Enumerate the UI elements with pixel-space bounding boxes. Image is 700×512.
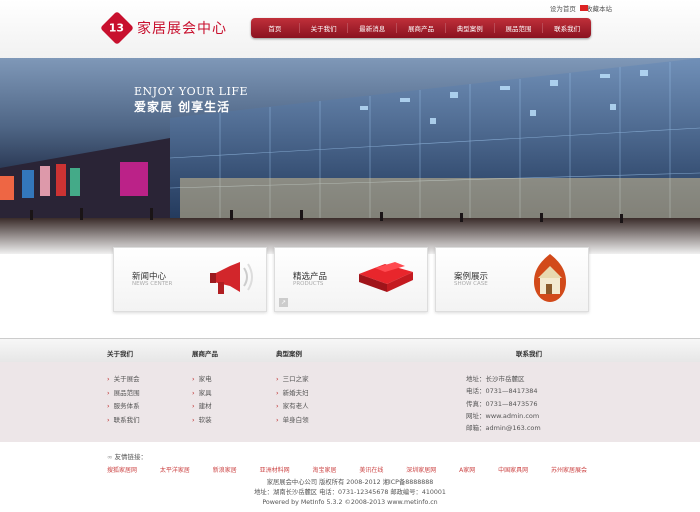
box-subtitle: NEWS CENTER	[132, 281, 173, 287]
footer-link[interactable]: 建材	[192, 400, 212, 414]
footer-col-cases: 三口之家 新婚夫妇 家有老人 单身白领	[276, 373, 309, 427]
contact-fax: 传真：0731—8473576	[466, 399, 538, 408]
footer-contact-info: 地址：长沙市岳麓区 电话：0731—8417384 传真：0731—847357…	[466, 373, 541, 434]
friend-link[interactable]: 美讯在线	[359, 465, 383, 474]
footer-link[interactable]: 关于展会	[107, 373, 140, 387]
box-subtitle: SHOW CASE	[454, 281, 488, 287]
footer-link[interactable]: 服务体系	[107, 400, 140, 414]
footer-link[interactable]: 展品范围	[107, 387, 140, 401]
footer-link[interactable]: 软装	[192, 414, 212, 428]
arrow-icon[interactable]: ↗	[279, 298, 288, 307]
exhibition-building-illustration	[0, 58, 700, 254]
footer-link[interactable]: 新婚夫妇	[276, 387, 309, 401]
friend-link[interactable]: 中国家具网	[498, 465, 528, 474]
footer-col-products: 家电 家具 建材 软装	[192, 373, 212, 427]
site-logo[interactable]: 13 家居展会中心	[100, 11, 227, 45]
nav-news[interactable]: 最新消息	[348, 23, 398, 33]
footer-link[interactable]: 单身白领	[276, 414, 309, 428]
footer-link[interactable]: 家具	[192, 387, 212, 401]
footer-header-bar	[0, 338, 700, 363]
bookmark-link[interactable]: 收藏本站	[586, 5, 612, 13]
news-center-box[interactable]: 新闻中心 NEWS CENTER	[113, 247, 267, 312]
nav-products[interactable]: 展商产品	[397, 23, 446, 33]
friend-link[interactable]: 太平洋家居	[160, 465, 190, 474]
friend-link[interactable]: 淘宝家居	[313, 465, 337, 474]
contact-address: 地址：长沙市岳麓区	[466, 375, 525, 383]
footer-col-products-heading: 展商产品	[192, 350, 218, 358]
address-line: 地址：湖南长沙岳麓区 电话：0731-12345678 邮政编号：410001	[254, 489, 446, 496]
friend-link[interactable]: 搜狐家居网	[107, 465, 137, 474]
friend-link[interactable]: 亚洲材料网	[260, 465, 290, 474]
show-case-box[interactable]: 案例展示 SHOW CASE	[435, 247, 589, 312]
megaphone-icon	[210, 262, 253, 294]
sofa-icon	[359, 262, 413, 292]
footer-info-panel	[0, 362, 700, 442]
friend-link[interactable]: 深圳家居网	[406, 465, 436, 474]
language-flag-icon[interactable]	[580, 5, 588, 11]
footer-link[interactable]: 联系我们	[107, 414, 140, 428]
set-homepage-link[interactable]: 设为首页	[550, 5, 576, 13]
logo-mark-icon: 13	[100, 11, 134, 45]
hero-banner: ENJOY YOUR LIFE 爱家居 创享生活	[0, 58, 700, 254]
logo-text: 家居展会中心	[137, 21, 227, 37]
friend-links-title: ∞ 友情链接：	[107, 453, 147, 461]
top-links: 设为首页 收藏本站	[542, 3, 612, 13]
footer-col-about-heading: 关于我们	[107, 350, 133, 358]
nav-about[interactable]: 关于我们	[300, 23, 349, 33]
footer-col-contact-heading: 联系我们	[516, 350, 542, 358]
friend-link[interactable]: A家网	[459, 465, 475, 474]
house-icon	[534, 254, 566, 302]
friend-link[interactable]: 新浪家居	[213, 465, 237, 474]
nav-cases[interactable]: 典型案例	[446, 23, 495, 33]
copyright-line: 家居展会中心公司 版权所有 2008-2012 湘ICP备8888888	[266, 479, 434, 486]
products-box[interactable]: 精选产品 PRODUCTS ↗	[274, 247, 428, 312]
footer-col-cases-heading: 典型案例	[276, 350, 302, 358]
main-nav: 首页 关于我们 最新消息 展商产品 典型案例 展品范围 联系我们	[251, 18, 591, 38]
nav-home[interactable]: 首页	[251, 23, 300, 33]
nav-range[interactable]: 展品范围	[495, 23, 544, 33]
copyright: 家居展会中心公司 版权所有 2008-2012 湘ICP备8888888 地址：…	[0, 478, 700, 508]
powered-by-line[interactable]: Powered by MetInfo 5.3.2 ©2008-2013 www.…	[0, 498, 700, 508]
footer-col-about: 关于展会 展品范围 服务体系 联系我们	[107, 373, 140, 427]
friend-link[interactable]: 苏州家居展会	[551, 465, 587, 474]
contact-email[interactable]: 邮箱：admin@163.com	[466, 422, 541, 434]
contact-phone: 电话：0731—8417384	[466, 387, 538, 396]
contact-website[interactable]: 网址：www.admin.com	[466, 410, 541, 422]
banner-slogan-en: ENJOY YOUR LIFE	[134, 85, 248, 98]
friend-links: 搜狐家居网 太平洋家居 新浪家居 亚洲材料网 淘宝家居 美讯在线 深圳家居网 A…	[107, 465, 587, 474]
banner-slogan-cn: 爱家居 创享生活	[134, 100, 231, 114]
nav-contact[interactable]: 联系我们	[543, 23, 591, 33]
footer-link[interactable]: 三口之家	[276, 373, 309, 387]
footer-link[interactable]: 家有老人	[276, 400, 309, 414]
box-subtitle: PRODUCTS	[293, 281, 324, 287]
footer-link[interactable]: 家电	[192, 373, 212, 387]
